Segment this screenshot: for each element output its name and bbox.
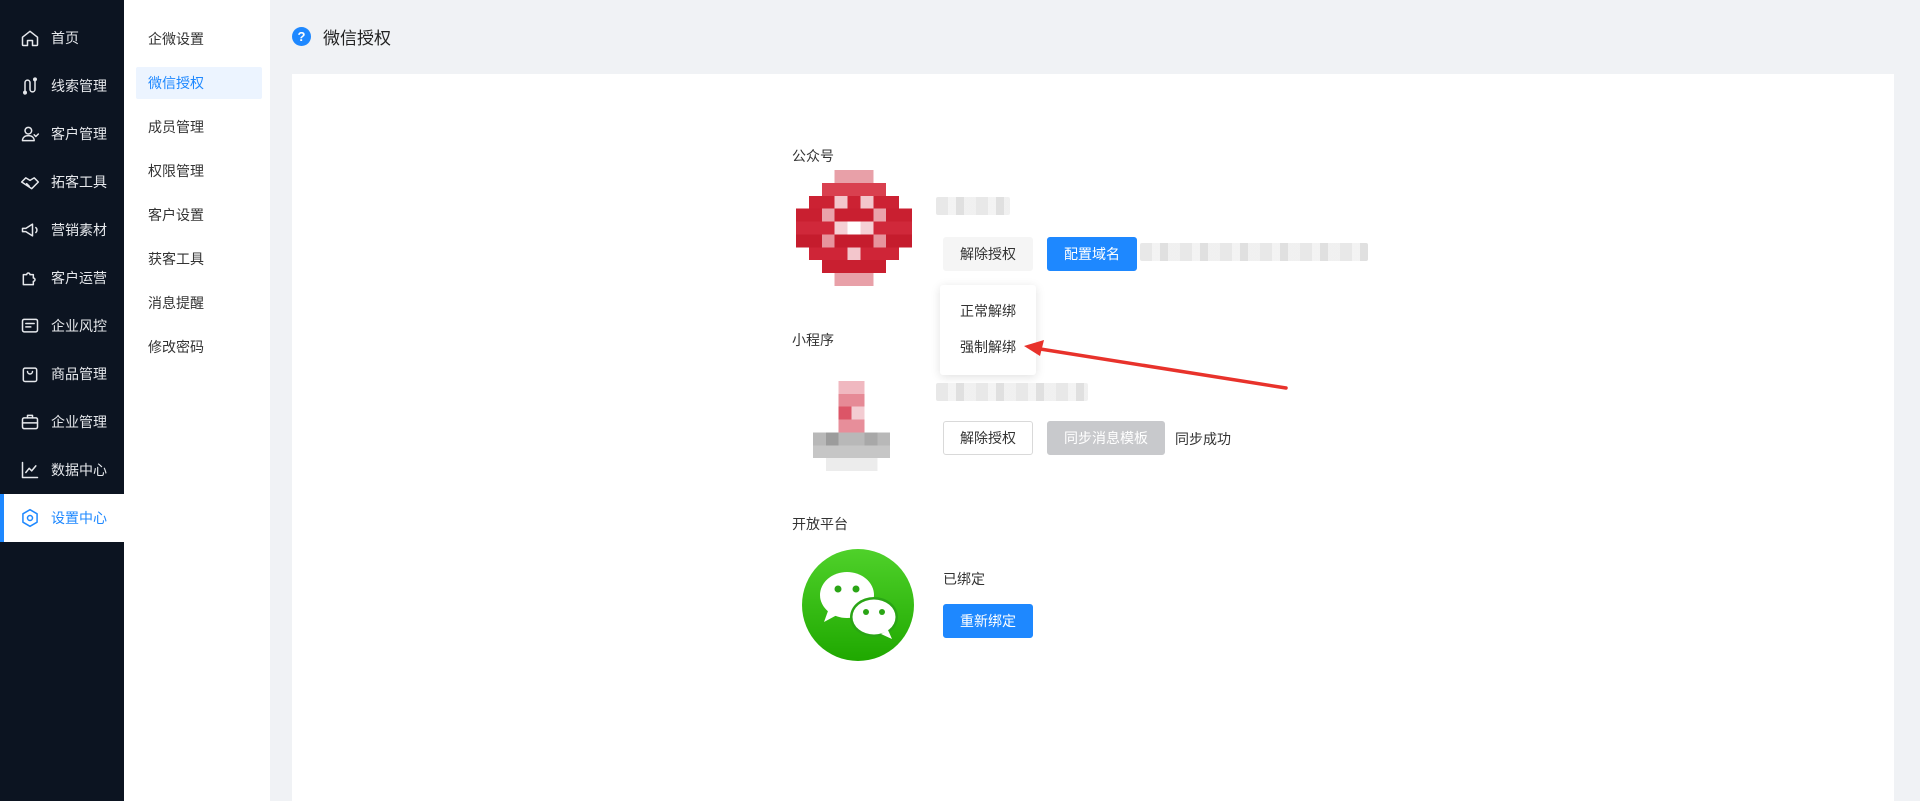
submenu-item-wecom-settings[interactable]: 企微设置 (136, 23, 262, 55)
submenu-item-notifications[interactable]: 消息提醒 (136, 287, 262, 319)
open-platform-status: 已绑定 (943, 571, 985, 587)
open-platform-label: 开放平台 (792, 516, 848, 532)
nav-label: 客户管理 (51, 126, 107, 142)
mini-program-avatar (800, 368, 916, 484)
nav-label: 商品管理 (51, 366, 107, 382)
main-sidebar: 首页 线索管理 客户管理 拓客工具 营销素材 客户运营 企业风控 商品管理 企业… (0, 0, 124, 801)
mini-program-label: 小程序 (792, 332, 834, 348)
official-account-label: 公众号 (792, 148, 834, 164)
nav-item-customers[interactable]: 客户管理 (0, 110, 124, 158)
settings-submenu: 企微设置 微信授权 成员管理 权限管理 客户设置 获客工具 消息提醒 修改密码 (124, 0, 270, 801)
route-icon (19, 75, 41, 97)
message-square-icon (19, 315, 41, 337)
megaphone-icon (19, 219, 41, 241)
nav-item-acquisition-tools[interactable]: 拓客工具 (0, 158, 124, 206)
nav-item-operations[interactable]: 客户运营 (0, 254, 124, 302)
domain-text-blurred (1140, 243, 1368, 261)
nav-label: 客户运营 (51, 270, 107, 286)
official-account-name-blurred (936, 197, 1010, 215)
nav-item-products[interactable]: 商品管理 (0, 350, 124, 398)
mini-program-name-blurred (936, 383, 1088, 401)
mini-program-unbind-button[interactable]: 解除授权 (943, 421, 1033, 455)
official-account-avatar (796, 170, 912, 286)
nav-label: 企业管理 (51, 414, 107, 430)
nav-label: 设置中心 (51, 510, 107, 526)
normal-unbind-option[interactable]: 正常解绑 (940, 293, 1036, 329)
nav-label: 企业风控 (51, 318, 107, 334)
help-icon[interactable]: ? (292, 27, 311, 46)
submenu-item-customer-settings[interactable]: 客户设置 (136, 199, 262, 231)
shopping-bag-icon (19, 363, 41, 385)
nav-item-risk-control[interactable]: 企业风控 (0, 302, 124, 350)
submenu-item-members[interactable]: 成员管理 (136, 111, 262, 143)
wechat-logo-icon (802, 549, 914, 661)
submenu-item-change-password[interactable]: 修改密码 (136, 331, 262, 363)
nav-item-leads[interactable]: 线索管理 (0, 62, 124, 110)
config-domain-button[interactable]: 配置域名 (1047, 237, 1137, 271)
nav-label: 数据中心 (51, 462, 107, 478)
nav-label: 拓客工具 (51, 174, 107, 190)
nav-label: 营销素材 (51, 222, 107, 238)
sync-message-template-button: 同步消息模板 (1047, 421, 1165, 455)
nav-label: 线索管理 (51, 78, 107, 94)
home-icon (19, 27, 41, 49)
submenu-item-wechat-auth[interactable]: 微信授权 (136, 67, 262, 99)
rebind-button[interactable]: 重新绑定 (943, 604, 1033, 638)
users-icon (19, 123, 41, 145)
sync-status-text: 同步成功 (1175, 431, 1231, 447)
nav-item-data-center[interactable]: 数据中心 (0, 446, 124, 494)
page-header: ? 微信授权 (292, 24, 391, 49)
nav-item-home[interactable]: 首页 (0, 14, 124, 62)
briefcase-icon (19, 411, 41, 433)
handshake-icon (19, 171, 41, 193)
settings-icon (19, 507, 41, 529)
official-account-unbind-button[interactable]: 解除授权 (943, 237, 1033, 271)
nav-item-marketing[interactable]: 营销素材 (0, 206, 124, 254)
nav-item-settings[interactable]: 设置中心 (0, 494, 124, 542)
page-title: 微信授权 (323, 29, 391, 48)
chart-line-icon (19, 459, 41, 481)
submenu-item-permissions[interactable]: 权限管理 (136, 155, 262, 187)
puzzle-icon (19, 267, 41, 289)
nav-label: 首页 (51, 30, 79, 46)
nav-item-enterprise[interactable]: 企业管理 (0, 398, 124, 446)
submenu-item-acquisition-tools[interactable]: 获客工具 (136, 243, 262, 275)
